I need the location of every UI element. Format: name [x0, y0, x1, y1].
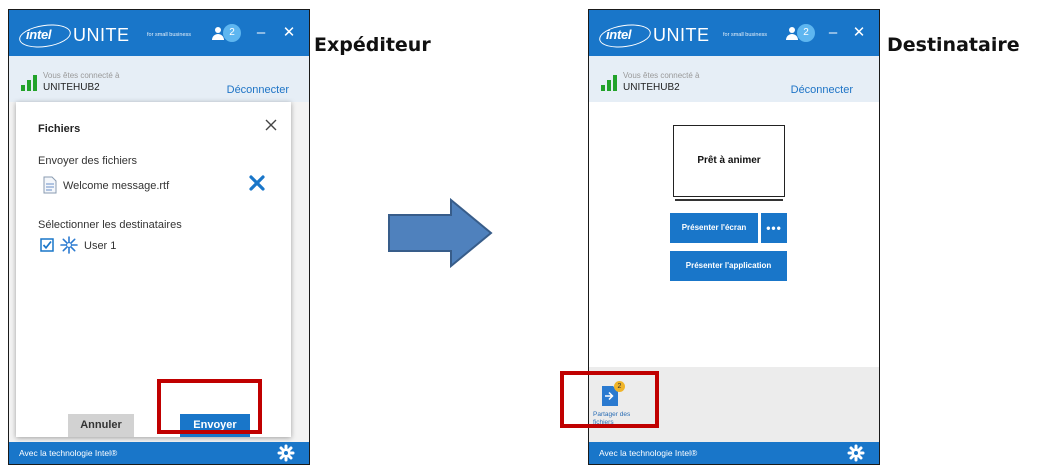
title-bar: intel UNITE for small business 2 – ✕	[589, 10, 879, 56]
sender-label: Expéditeur	[314, 34, 431, 56]
close-icon[interactable]	[263, 117, 279, 133]
document-icon	[43, 176, 57, 194]
signal-bars-icon	[21, 73, 39, 91]
footer-text: Avec la technologie Intel®	[19, 448, 118, 458]
right-arrow-icon	[388, 198, 493, 268]
app-name: UNITE	[653, 25, 710, 45]
send-highlight-box	[157, 379, 262, 434]
close-icon[interactable]: ✕	[281, 23, 297, 43]
connected-label: Vous êtes connecté à	[43, 71, 120, 80]
disconnect-link[interactable]: Déconnecter	[791, 84, 853, 96]
hub-name: UNITEHUB2	[43, 82, 100, 93]
connection-bar: Vous êtes connecté à UNITEHUB2 Déconnect…	[9, 56, 309, 102]
users-count-badge: 2	[797, 24, 815, 42]
snowflake-avatar-icon	[60, 236, 78, 254]
footer-bar: Avec la technologie Intel®	[9, 442, 309, 464]
intel-logo-text: intel	[606, 27, 632, 42]
recipient-user-name[interactable]: User 1	[84, 240, 116, 252]
gear-icon[interactable]	[277, 444, 295, 462]
dialog-title: Fichiers	[38, 123, 81, 135]
cancel-button[interactable]: Annuler	[68, 414, 134, 437]
file-name: Welcome message.rtf	[63, 180, 170, 192]
connected-label: Vous êtes connecté à	[623, 71, 700, 80]
present-app-button[interactable]: Présenter l'application	[670, 251, 787, 281]
recipient-label: Destinataire	[887, 34, 1020, 56]
screen-stand	[675, 199, 783, 201]
select-recipients-label: Sélectionner les destinataires	[38, 219, 182, 231]
gear-icon[interactable]	[847, 444, 865, 462]
send-files-label: Envoyer des fichiers	[38, 155, 138, 167]
users-count-badge: 2	[223, 24, 241, 42]
signal-bars-icon	[601, 73, 619, 91]
footer-bar: Avec la technologie Intel®	[589, 442, 879, 464]
remove-x-icon[interactable]	[246, 172, 268, 194]
present-screen-button[interactable]: Présenter l'écran	[670, 213, 758, 243]
intel-logo-text: intel	[26, 27, 52, 42]
app-edition: for small business	[723, 32, 768, 38]
minimize-icon[interactable]: –	[253, 23, 269, 43]
minimize-icon[interactable]: –	[825, 23, 841, 43]
disconnect-link[interactable]: Déconnecter	[227, 84, 289, 96]
app-edition: for small business	[147, 32, 192, 38]
close-icon[interactable]: ✕	[851, 23, 867, 43]
presentation-screen: Prêt à animer	[673, 125, 785, 197]
share-highlight-box	[560, 371, 659, 428]
checkbox-checked-icon[interactable]	[40, 238, 54, 252]
title-bar: intel UNITE for small business 2 – ✕	[9, 10, 309, 56]
ready-status: Prêt à animer	[697, 155, 761, 166]
app-name: UNITE	[73, 25, 130, 45]
hub-name: UNITEHUB2	[623, 82, 680, 93]
footer-text: Avec la technologie Intel®	[599, 448, 698, 458]
more-options-button[interactable]: •••	[761, 213, 787, 243]
connection-bar: Vous êtes connecté à UNITEHUB2 Déconnect…	[589, 56, 879, 102]
